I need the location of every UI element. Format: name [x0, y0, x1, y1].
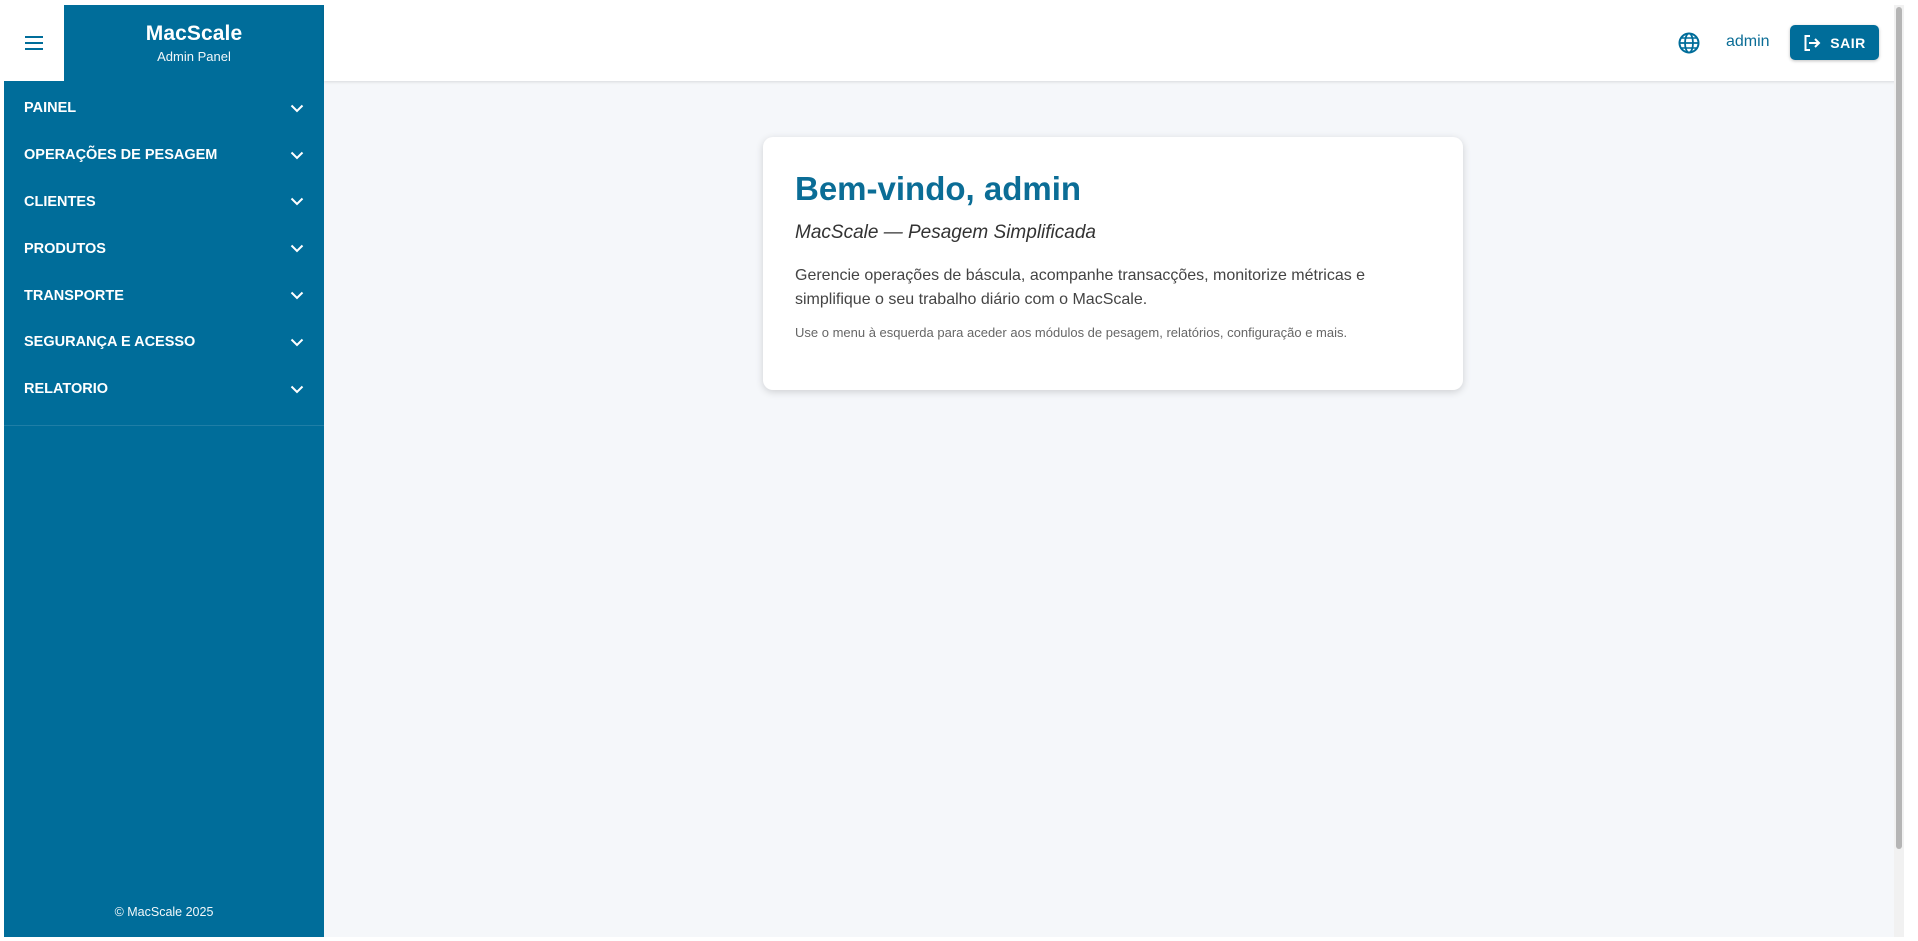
- sidebar: MacScale Admin Panel PAINEL OPERAÇÕES DE…: [4, 5, 324, 937]
- sidebar-item-label: CLIENTES: [24, 193, 96, 210]
- chevron-down-icon: [290, 151, 304, 160]
- welcome-title: Bem-vindo, admin: [795, 170, 1082, 207]
- sidebar-item-relatorio[interactable]: RELATORIO: [4, 366, 324, 413]
- sidebar-item-produtos[interactable]: PRODUTOS: [4, 225, 324, 272]
- welcome-card: Bem-vindo, admin MacScale — Pesagem Simp…: [763, 137, 1463, 390]
- hamburger-icon: [25, 36, 43, 50]
- brand: MacScale Admin Panel: [64, 5, 324, 81]
- welcome-subtitle: MacScale — Pesagem Simplificada: [795, 222, 1096, 243]
- brand-subtitle: Admin Panel: [157, 49, 231, 64]
- sidebar-item-transporte[interactable]: TRANSPORTE: [4, 272, 324, 319]
- chevron-down-icon: [290, 104, 304, 113]
- scrollbar[interactable]: [1894, 5, 1904, 937]
- sidebar-item-label: SEGURANÇA E ACESSO: [24, 334, 196, 351]
- chevron-down-icon: [290, 385, 304, 394]
- app-window: MacScale Admin Panel PAINEL OPERAÇÕES DE…: [4, 5, 1904, 937]
- logout-button[interactable]: SAIR: [1790, 25, 1879, 60]
- sidebar-item-label: TRANSPORTE: [24, 287, 124, 304]
- logout-label: SAIR: [1830, 34, 1866, 51]
- sidebar-item-label: RELATORIO: [24, 381, 109, 398]
- menu-toggle-button[interactable]: [4, 5, 64, 81]
- sidebar-item-painel[interactable]: PAINEL: [4, 85, 324, 132]
- logout-icon: [1804, 34, 1821, 51]
- globe-icon[interactable]: [1677, 31, 1701, 55]
- sidebar-nav: PAINEL OPERAÇÕES DE PESAGEM CLIENTES PRO…: [4, 85, 324, 426]
- brand-name: MacScale: [145, 22, 243, 45]
- sidebar-item-label: PRODUTOS: [24, 240, 106, 257]
- chevron-down-icon: [290, 245, 304, 253]
- top-bar: admin SAIR: [324, 5, 1904, 81]
- chevron-down-icon: [290, 198, 304, 206]
- chevron-down-icon: [290, 338, 304, 347]
- sidebar-item-clientes[interactable]: CLIENTES: [4, 179, 324, 226]
- sidebar-item-label: OPERAÇÕES DE PESAGEM: [24, 147, 218, 164]
- welcome-body: Gerencie operações de báscula, acompanhe…: [795, 267, 1366, 308]
- sidebar-item-seguranca-e-acesso[interactable]: SEGURANÇA E ACESSO: [4, 319, 324, 366]
- sidebar-item-label: PAINEL: [24, 100, 77, 117]
- scrollbar-thumb[interactable]: [1896, 7, 1902, 849]
- sidebar-item-operacoes-de-pesagem[interactable]: OPERAÇÕES DE PESAGEM: [4, 132, 324, 179]
- chevron-down-icon: [290, 291, 304, 300]
- sidebar-footer: © MacScale 2025: [114, 905, 214, 919]
- current-user-label[interactable]: admin: [1726, 33, 1770, 51]
- welcome-hint: Use o menu à esquerda para aceder aos mó…: [795, 325, 1348, 340]
